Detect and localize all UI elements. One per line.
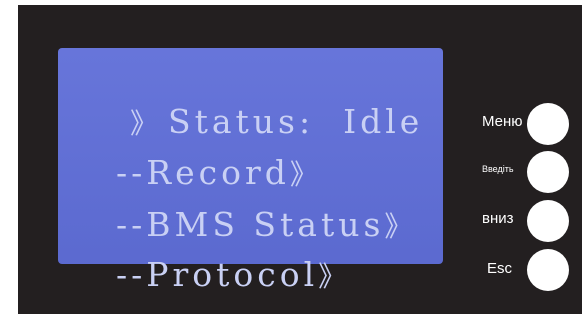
lcd-line-bms-status[interactable]: --BMS Status》 — [58, 168, 412, 244]
lcd-line-prefix: -- — [115, 255, 147, 294]
down-button-label: вниз — [482, 210, 514, 227]
submenu-arrow-icon: 》 — [384, 210, 413, 243]
submenu-arrow-icon: 》 — [318, 260, 347, 293]
down-button[interactable] — [527, 200, 569, 242]
lcd-line-status[interactable]: 》 Status: Idle — [72, 65, 423, 141]
lcd-line-label: Protocol — [146, 255, 319, 294]
menu-button-label: Меню — [482, 113, 523, 130]
menu-button[interactable] — [527, 103, 569, 145]
lcd-screen: 》 Status: Idle --Record》 --BMS Status》 --… — [58, 48, 443, 294]
esc-button[interactable] — [527, 249, 569, 291]
enter-button[interactable] — [527, 151, 569, 193]
esc-button-label: Esc — [487, 260, 513, 277]
lcd-line-record[interactable]: --Record》 — [58, 116, 318, 192]
lcd-line-protocol[interactable]: --Protocol》 — [58, 218, 346, 294]
enter-button-label: Введіть — [482, 164, 514, 174]
